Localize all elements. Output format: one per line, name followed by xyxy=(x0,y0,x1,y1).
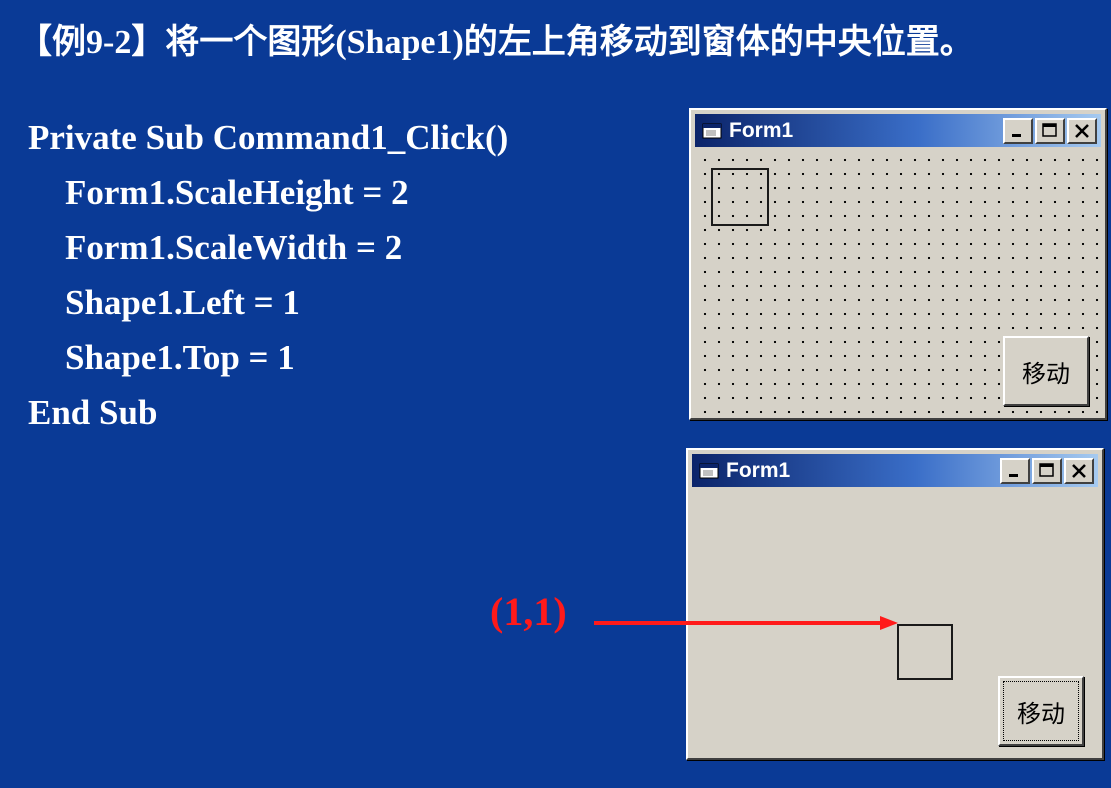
shape1 xyxy=(711,168,769,226)
code-line: End Sub xyxy=(28,393,158,432)
slide-title: 【例9-2】将一个图形(Shape1)的左上角移动到窗体的中央位置。 xyxy=(18,24,974,61)
form-window-before: Form1 移动 xyxy=(689,108,1107,420)
window-titlebar[interactable]: Form1 xyxy=(695,114,1101,147)
form-window-icon xyxy=(698,461,722,481)
code-line: Shape1.Left = 1 xyxy=(65,283,300,322)
arrow-icon xyxy=(594,616,898,630)
close-icon[interactable] xyxy=(1064,458,1094,484)
maximize-icon[interactable] xyxy=(1035,118,1065,144)
coordinate-label: (1,1) xyxy=(490,589,567,634)
window-titlebar[interactable]: Form1 xyxy=(692,454,1098,487)
move-button[interactable]: 移动 xyxy=(1003,336,1089,406)
close-icon[interactable] xyxy=(1067,118,1097,144)
form-window-after: Form1 移动 xyxy=(686,448,1104,760)
code-block: Private Sub Command1_Click() Form1.Scale… xyxy=(28,110,508,440)
window-title: Form1 xyxy=(726,458,791,482)
shape1 xyxy=(897,624,953,680)
code-line: Shape1.Top = 1 xyxy=(65,338,295,377)
maximize-icon[interactable] xyxy=(1032,458,1062,484)
code-line: Private Sub Command1_Click() xyxy=(28,118,509,157)
move-button[interactable]: 移动 xyxy=(998,676,1084,746)
focus-rect xyxy=(1003,681,1079,741)
minimize-icon[interactable] xyxy=(1003,118,1033,144)
form-client-area: 移动 xyxy=(695,150,1101,414)
code-line: Form1.ScaleWidth = 2 xyxy=(65,228,403,267)
window-title: Form1 xyxy=(729,118,794,142)
code-line: Form1.ScaleHeight = 2 xyxy=(65,173,409,212)
form-window-icon xyxy=(701,121,725,141)
minimize-icon[interactable] xyxy=(1000,458,1030,484)
